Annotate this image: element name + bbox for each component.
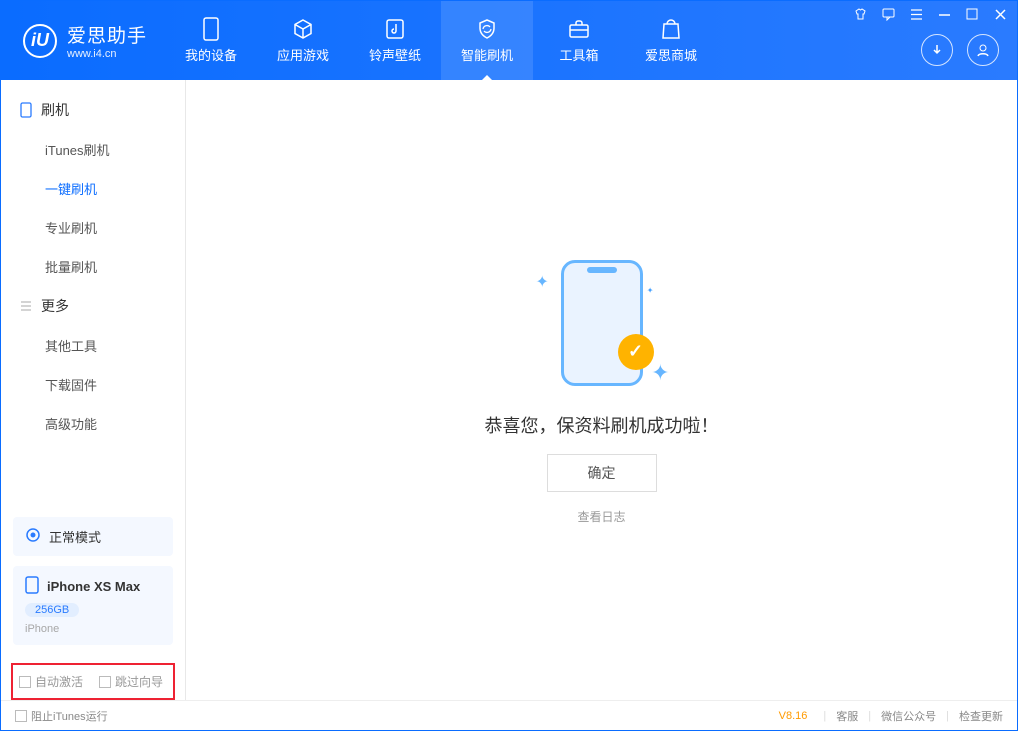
sidebar-item-oneclick-flash[interactable]: 一键刷机 <box>1 169 185 208</box>
nav-apps-games[interactable]: 应用游戏 <box>257 1 349 80</box>
sparkle-icon: ✦ <box>536 272 549 292</box>
skin-icon[interactable] <box>853 7 867 21</box>
shopping-bag-icon <box>659 17 683 41</box>
checkmark-badge-icon: ✓ <box>618 334 654 370</box>
sidebar-group-flash: 刷机 <box>1 90 185 130</box>
logo-icon: iU <box>23 24 57 58</box>
checkbox-icon <box>19 676 31 688</box>
sparkle-icon: ✦ <box>651 360 669 386</box>
device-mode-card[interactable]: 正常模式 <box>13 517 173 556</box>
checkbox-label: 跳过向导 <box>115 673 163 690</box>
logo-text: 爱思助手 www.i4.cn <box>67 21 147 60</box>
footer-link-wechat[interactable]: 微信公众号 <box>881 708 936 724</box>
menu-icon[interactable] <box>909 7 923 21</box>
device-mode-label: 正常模式 <box>49 527 101 546</box>
list-icon <box>19 299 33 313</box>
footer-link-update[interactable]: 检查更新 <box>959 708 1003 724</box>
sidebar-item-other-tools[interactable]: 其他工具 <box>1 326 185 365</box>
device-type: iPhone <box>25 623 59 635</box>
footer-link-support[interactable]: 客服 <box>836 708 858 724</box>
checkbox-auto-activate[interactable]: 自动激活 <box>19 673 83 690</box>
version-label: V8.16 <box>779 710 808 722</box>
logo: iU 爱思助手 www.i4.cn <box>1 1 165 80</box>
device-info-card[interactable]: iPhone XS Max 256GB iPhone <box>13 566 173 645</box>
device-storage-badge: 256GB <box>25 603 79 617</box>
device-name: iPhone XS Max <box>47 579 140 594</box>
nav-label: 铃声壁纸 <box>369 45 421 64</box>
phone-icon <box>25 576 39 597</box>
checkbox-label: 阻止iTunes运行 <box>31 708 108 724</box>
close-button[interactable] <box>993 7 1007 21</box>
sidebar-group-more: 更多 <box>1 286 185 326</box>
sidebar-group-label: 更多 <box>41 296 69 316</box>
phone-icon <box>19 103 33 117</box>
nav-label: 工具箱 <box>560 45 599 64</box>
window-controls <box>853 7 1007 21</box>
sidebar-item-advanced[interactable]: 高级功能 <box>1 404 185 443</box>
nav-label: 智能刷机 <box>461 45 513 64</box>
sidebar-item-pro-flash[interactable]: 专业刷机 <box>1 208 185 247</box>
device-icon <box>199 17 223 41</box>
nav-toolbox[interactable]: 工具箱 <box>533 1 625 80</box>
top-nav: 我的设备 应用游戏 铃声壁纸 智能刷机 工具箱 爱思商城 <box>165 1 717 80</box>
view-log-link[interactable]: 查看日志 <box>577 508 625 525</box>
nav-label: 应用游戏 <box>277 45 329 64</box>
sidebar-scroll: 刷机 iTunes刷机 一键刷机 专业刷机 批量刷机 更多 其他工具 下载固件 … <box>1 80 185 507</box>
checkbox-block-itunes[interactable]: 阻止iTunes运行 <box>15 708 108 724</box>
status-bar: 阻止iTunes运行 V8.16 | 客服 | 微信公众号 | 检查更新 <box>1 700 1017 730</box>
nav-label: 爱思商城 <box>645 45 697 64</box>
checkbox-icon <box>99 676 111 688</box>
maximize-button[interactable] <box>965 7 979 21</box>
feedback-icon[interactable] <box>881 7 895 21</box>
checkbox-skip-guide[interactable]: 跳过向导 <box>99 673 163 690</box>
sidebar-item-batch-flash[interactable]: 批量刷机 <box>1 247 185 286</box>
sidebar-group-label: 刷机 <box>41 100 69 120</box>
success-message: 恭喜您，保资料刷机成功啦！ <box>485 412 719 438</box>
brand-url: www.i4.cn <box>67 48 147 60</box>
ok-button[interactable]: 确定 <box>547 454 657 492</box>
download-button[interactable] <box>921 34 953 66</box>
app-body: 刷机 iTunes刷机 一键刷机 专业刷机 批量刷机 更多 其他工具 下载固件 … <box>1 80 1017 700</box>
nav-ringtones-wallpapers[interactable]: 铃声壁纸 <box>349 1 441 80</box>
checkbox-icon <box>15 710 27 722</box>
nav-smart-flash[interactable]: 智能刷机 <box>441 1 533 80</box>
music-note-icon <box>383 17 407 41</box>
cube-icon <box>291 17 315 41</box>
toolbox-icon <box>567 17 591 41</box>
minimize-button[interactable] <box>937 7 951 21</box>
checkbox-label: 自动激活 <box>35 673 83 690</box>
sparkle-icon: ✦ <box>647 286 654 295</box>
app-header: iU 爱思助手 www.i4.cn 我的设备 应用游戏 铃声壁纸 智能刷机 工具… <box>1 1 1017 80</box>
nav-store[interactable]: 爱思商城 <box>625 1 717 80</box>
account-button[interactable] <box>967 34 999 66</box>
brand-name: 爱思助手 <box>67 21 147 48</box>
mode-icon <box>25 527 41 546</box>
sidebar-item-download-firmware[interactable]: 下载固件 <box>1 365 185 404</box>
main-content: ✦ ✦ ✓ ✦ 恭喜您，保资料刷机成功啦！ 确定 查看日志 <box>186 80 1017 700</box>
device-panel: 正常模式 iPhone XS Max 256GB iPhone <box>1 507 185 657</box>
header-actions <box>921 34 999 66</box>
sidebar: 刷机 iTunes刷机 一键刷机 专业刷机 批量刷机 更多 其他工具 下载固件 … <box>1 80 186 700</box>
refresh-shield-icon <box>475 17 499 41</box>
nav-my-device[interactable]: 我的设备 <box>165 1 257 80</box>
flash-options-row: 自动激活 跳过向导 <box>11 663 175 700</box>
sidebar-item-itunes-flash[interactable]: iTunes刷机 <box>1 130 185 169</box>
nav-label: 我的设备 <box>185 45 237 64</box>
success-illustration: ✦ ✦ ✓ ✦ <box>532 256 672 396</box>
